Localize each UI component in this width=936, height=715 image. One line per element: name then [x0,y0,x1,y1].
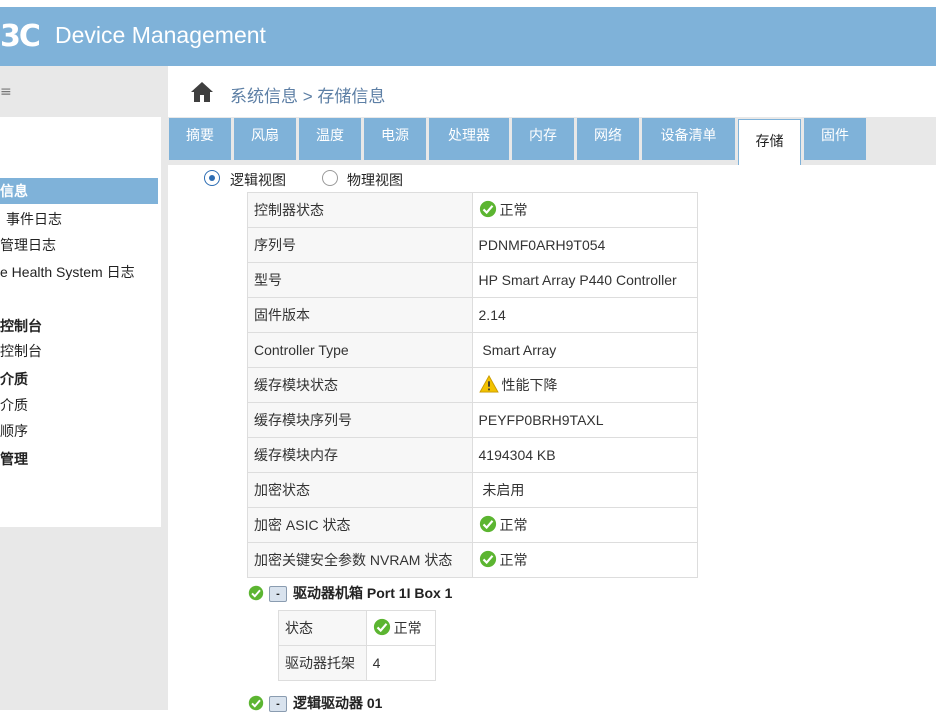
row-value-text: PDNMF0ARH9T054 [478,237,606,253]
row-label: 控制器状态 [247,192,473,228]
table-row: 序列号 PDNMF0ARH9T054 [247,227,699,263]
sidebar-item-label: 信息 [0,183,28,199]
row-value: 正常 [471,542,699,578]
row-value: PDNMF0ARH9T054 [471,227,699,263]
physical-view-radio[interactable] [322,170,338,186]
row-value-text: 正常 [393,620,422,636]
breadcrumb-text[interactable]: 系统信息 > 存储信息 [230,82,385,107]
sidebar-item-info[interactable]: 信息 [0,178,158,204]
row-label: 驱动器托架 [278,645,367,681]
sidebar-item-health-log[interactable]: e Health System 日志 [0,262,135,282]
row-value: HP Smart Array P440 Controller [471,262,699,298]
row-value-text: 性能下降 [501,377,558,393]
row-value-text: PEYFP0BRH9TAXL [478,412,604,428]
table-row: 固件版本 2.14 [247,297,699,333]
row-value-text: 2.14 [478,307,506,323]
row-value: 正常 [471,507,699,543]
tab-processor[interactable]: 处理器 [429,118,509,160]
tab-temperature[interactable]: 温度 [299,118,361,160]
logo: 3C [0,19,41,54]
controller-table: 控制器状态 正常 序列号 PDNMF0ARH9T054 型号 HP Smart Array… [247,192,699,578]
sidebar-item-media[interactable]: 介质 [0,395,28,415]
row-value-text: Smart Array [478,342,557,358]
row-value: PEYFP0BRH9TAXL [471,402,699,438]
sidebar-item-console[interactable]: 控制台 [0,341,42,361]
logical-drive-header: - 逻辑驱动器 01 [248,693,382,715]
row-value-text: 4 [372,655,381,671]
row-label: 序列号 [247,227,473,263]
drive-enclosure-header: - 驱动器机箱 Port 1I Box 1 [248,583,452,605]
physical-view-label[interactable]: 物理视图 [347,170,403,190]
row-label: 型号 [247,262,473,298]
row-label: 缓存模块序列号 [247,402,473,438]
row-value: 正常 [471,192,699,228]
tab-summary[interactable]: 摘要 [169,118,231,160]
sidebar-item-admin-log[interactable]: 管理日志 [0,235,56,255]
row-label: 状态 [278,610,367,646]
row-value: 4194304 KB [471,437,699,473]
row-label: 固件版本 [247,297,473,333]
ok-icon [479,515,496,533]
row-label: 缓存模块内存 [247,437,473,473]
row-value-text: 未启用 [478,482,525,498]
ok-icon [373,618,390,636]
row-value: 正常 [365,610,437,646]
row-value-text: 正常 [499,517,528,533]
app-title: Device Management [55,22,266,48]
row-label: Controller Type [247,332,473,368]
row-value: 2.14 [471,297,699,333]
table-row: 驱动器托架 4 [278,645,437,681]
table-row: Controller Type Smart Array [247,332,699,368]
ok-icon [248,695,264,711]
table-row: 缓存模块内存 4194304 KB [247,437,699,473]
table-row: 型号 HP Smart Array P440 Controller [247,262,699,298]
tab-memory[interactable]: 内存 [512,118,574,160]
table-row: 加密关键安全参数 NVRAM 状态 正常 [247,542,699,578]
row-value-text: 正常 [499,202,528,218]
logical-view-radio[interactable] [204,170,220,186]
ok-icon [479,550,496,568]
row-value: Smart Array [471,332,699,368]
row-label: 缓存模块状态 [247,367,473,403]
top-border [0,0,936,7]
ok-icon [248,585,264,601]
ok-icon [479,200,496,218]
drive-enclosure-table: 状态 正常驱动器托架 4 [278,610,437,681]
row-label: 加密关键安全参数 NVRAM 状态 [247,542,473,578]
tab-power[interactable]: 电源 [364,118,426,160]
logical-drive-title: 逻辑驱动器 01 [293,695,383,711]
tab-firmware[interactable]: 固件 [804,118,866,160]
app-header: 3C Device Management [0,7,936,66]
tab-storage[interactable]: 存储 [738,119,801,165]
sidebar-item-boot-order[interactable]: 顺序 [0,421,28,441]
drive-enclosure-title: 驱动器机箱 Port 1I Box 1 [293,585,453,601]
row-value-text: HP Smart Array P440 Controller [478,272,677,288]
row-label: 加密 ASIC 状态 [247,507,473,543]
sidebar-section-console: 控制台 [0,318,42,334]
row-value-text: 4194304 KB [478,447,556,463]
home-icon[interactable] [190,80,214,104]
table-row: 缓存模块状态 性能下降 [247,367,699,403]
table-row: 缓存模块序列号 PEYFP0BRH9TAXL [247,402,699,438]
row-value: 性能下降 [471,367,699,403]
table-row: 加密状态 未启用 [247,472,699,508]
row-value: 4 [365,645,437,681]
warning-icon [478,375,499,393]
table-row: 控制器状态 正常 [247,192,699,228]
sidebar-item-event-log[interactable]: 事件日志 [6,209,62,229]
table-row: 状态 正常 [278,610,437,646]
row-label: 加密状态 [247,472,473,508]
table-row: 加密 ASIC 状态 正常 [247,507,699,543]
tab-fans[interactable]: 风扇 [234,118,296,160]
tab-device-inventory[interactable]: 设备清单 [642,118,735,160]
sidebar-menu-icon[interactable]: ≡ [0,84,12,100]
collapse-button[interactable]: - [269,586,287,603]
sidebar-section-media: 介质 [0,371,28,387]
row-value: 未启用 [471,472,699,508]
tab-network[interactable]: 网络 [577,118,639,160]
row-value-text: 正常 [499,552,528,568]
sidebar-section-management: 管理 [0,451,28,467]
logical-view-label[interactable]: 逻辑视图 [230,170,286,190]
